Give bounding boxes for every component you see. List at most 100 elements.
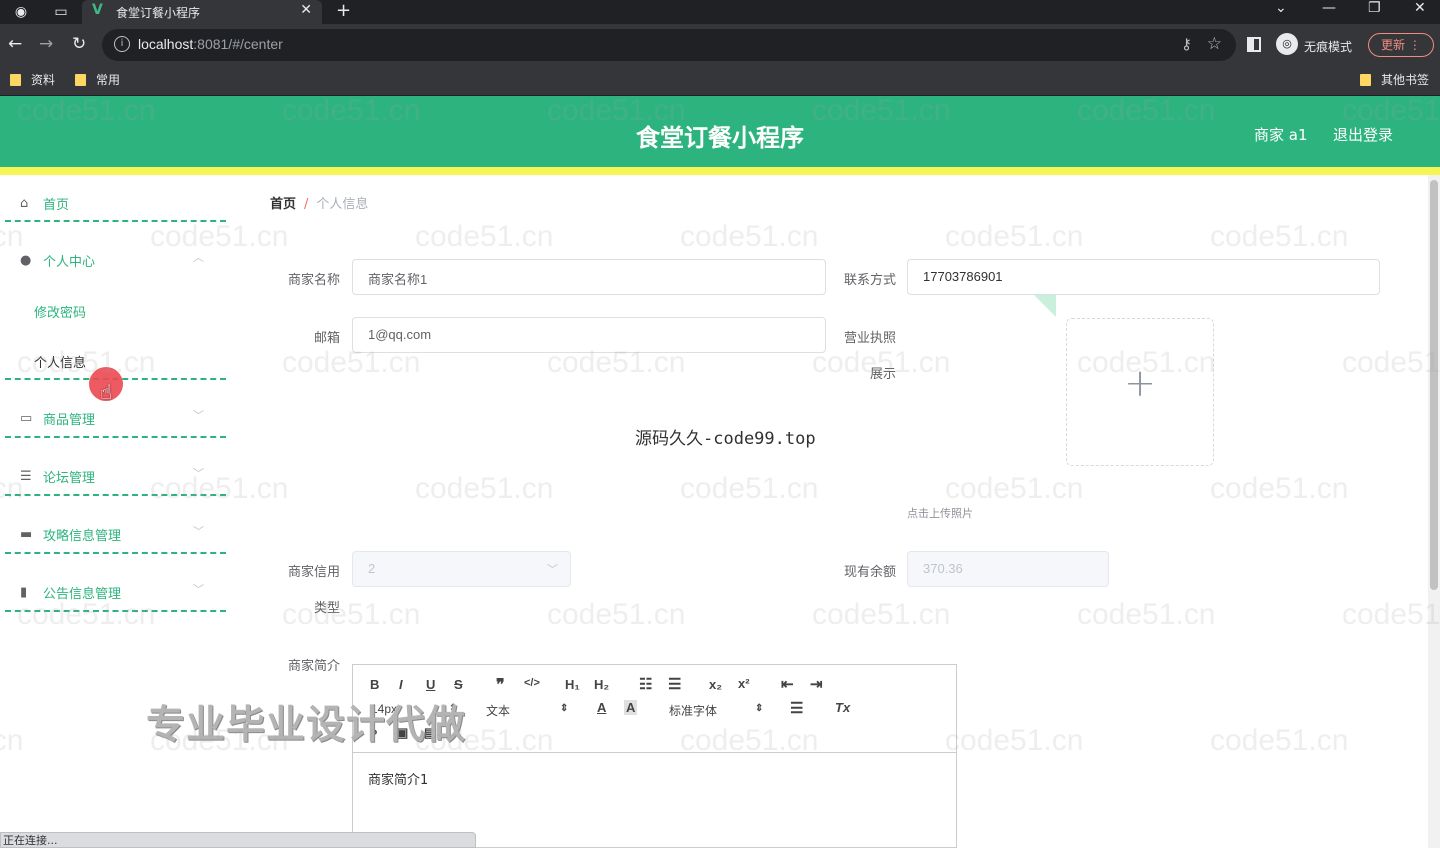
home-icon: ⌂ (20, 196, 29, 211)
merchant-name-input[interactable]: 商家名称1 (352, 259, 826, 295)
breadcrumb-current: 个人信息 (316, 197, 369, 212)
tab-search-icon[interactable]: ▭ (52, 3, 70, 21)
url-host: localhost (138, 36, 194, 52)
underline-icon[interactable]: U (426, 677, 435, 692)
font-color-icon[interactable]: A (597, 700, 606, 715)
decorative-corner (1034, 295, 1056, 317)
code-block-icon[interactable]: </> (524, 677, 540, 689)
side-panel-icon[interactable] (1247, 37, 1261, 52)
center-watermark: 源码久久-code99.top (635, 429, 816, 449)
scrollbar-thumb[interactable] (1430, 180, 1438, 590)
bullet-list-icon[interactable]: ☰ (668, 675, 681, 693)
editor-content[interactable]: 商家简介1 (368, 769, 428, 788)
forward-icon[interactable]: → (39, 34, 53, 54)
font-select[interactable]: 标准字体 (669, 702, 717, 719)
header-select[interactable]: 文本 (486, 702, 510, 719)
license-label-line2: 展示 (869, 367, 896, 382)
update-button[interactable]: 更新 ⋮ (1368, 33, 1434, 57)
sidebar-item-personal-center[interactable]: ● 个人中心 ︿ (0, 233, 226, 289)
address-bar[interactable]: i localhost:8081/#/center ⚷ ☆ (102, 29, 1236, 61)
credit-label: 商家信用 (287, 565, 340, 580)
chevron-updown-icon: ⇕ (755, 703, 764, 714)
new-tab-icon[interactable]: + (336, 0, 351, 21)
indent-icon[interactable]: ⇥ (810, 675, 823, 693)
password-key-icon[interactable]: ⚷ (1181, 35, 1192, 53)
bookmark-star-icon[interactable]: ☆ (1207, 34, 1222, 54)
h2-icon[interactable]: H₂ (594, 677, 609, 692)
align-icon[interactable]: ☰ (790, 699, 803, 717)
sidebar-subitem-change-password[interactable]: 修改密码 (0, 288, 226, 336)
close-window-icon[interactable]: ✕ (1414, 0, 1426, 16)
info-icon[interactable]: i (114, 36, 130, 52)
bold-icon[interactable]: B (370, 677, 379, 692)
sidebar-item-label: 商品管理 (43, 413, 96, 428)
bookmark-folder-other[interactable]: 其他书签 (1360, 71, 1429, 88)
page-scrollbar[interactable] (1428, 175, 1440, 848)
incognito-icon[interactable]: ◎ (1276, 33, 1298, 55)
sidebar-divider (5, 552, 226, 554)
balance-input[interactable]: 370.36 (907, 551, 1109, 587)
sidebar-item-strategy-mgmt[interactable]: ▬ 攻略信息管理 ﹀ (0, 507, 226, 563)
current-user-label: 商家 a1 (1254, 126, 1308, 144)
tab-title: 食堂订餐小程序 (116, 6, 201, 20)
license-label: 营业执照 (843, 331, 896, 346)
user-icon: ● (20, 253, 32, 268)
app-title: 食堂订餐小程序 (636, 124, 804, 152)
blockquote-icon[interactable]: ❞ (496, 675, 505, 695)
chevron-down-icon: ﹀ (193, 525, 204, 538)
bookmark-label: 常用 (96, 73, 121, 87)
hand-cursor-icon: ☝ (100, 380, 113, 404)
url-path: :8081/#/center (193, 36, 283, 52)
merchant-name-label: 商家名称 (287, 273, 340, 288)
header-accent-stripe (0, 167, 1440, 175)
strike-icon[interactable]: S (454, 677, 463, 692)
sidebar-item-label: 首页 (43, 198, 70, 213)
reload-icon[interactable]: ↻ (72, 34, 86, 54)
sidebar-item-notice-mgmt[interactable]: ▮ 公告信息管理 ﹀ (0, 565, 226, 621)
folder-icon (1360, 74, 1371, 86)
chevron-updown-icon: ⇕ (560, 703, 569, 714)
tab-close-icon[interactable]: ✕ (300, 2, 312, 18)
credit-select[interactable]: 2 (352, 551, 571, 587)
browser-tab[interactable]: V 食堂订餐小程序 ✕ (82, 0, 322, 24)
bookmark-label: 其他书签 (1381, 73, 1430, 87)
italic-icon[interactable]: I (399, 677, 403, 692)
tab-list-icon[interactable]: ⌄ (1275, 0, 1287, 16)
url-text[interactable]: localhost:8081/#/center (138, 36, 283, 52)
credit-label-line2: 类型 (313, 601, 340, 616)
chevron-down-icon: ﹀ (193, 409, 204, 422)
bookmark-folder-ziliao[interactable]: 资料 (10, 71, 55, 88)
contact-input[interactable]: 17703786901 (907, 259, 1380, 295)
minimize-icon[interactable]: — (1322, 0, 1336, 16)
globe-icon[interactable]: ◉ (12, 3, 30, 21)
logout-link[interactable]: 退出登录 (1333, 124, 1393, 145)
chat-icon: ▭ (20, 411, 33, 426)
list-icon: ☰ (20, 469, 32, 484)
license-uploader[interactable]: + (1066, 318, 1214, 466)
ordered-list-icon[interactable]: ☷ (639, 675, 652, 693)
promo-overlay-text: 专业毕业设计代做 (146, 703, 467, 748)
outdent-icon[interactable]: ⇤ (781, 675, 794, 693)
email-input[interactable]: 1@qq.com (352, 317, 826, 353)
superscript-icon[interactable]: x² (738, 676, 750, 691)
back-icon[interactable]: ← (8, 34, 22, 54)
contact-label: 联系方式 (843, 273, 896, 288)
bookmark-label: 资料 (31, 73, 56, 87)
breadcrumb-home[interactable]: 首页 (270, 197, 296, 212)
sidebar-subitem-label: 个人信息 (34, 356, 87, 371)
clear-format-icon[interactable]: Tx (835, 700, 850, 715)
restore-icon[interactable]: ❐ (1368, 0, 1381, 16)
bookmark-folder-changyong[interactable]: 常用 (75, 71, 120, 88)
h1-icon[interactable]: H₁ (565, 677, 580, 692)
sidebar-item-forum-mgmt[interactable]: ☰ 论坛管理 ﹀ (0, 449, 226, 505)
incognito-label: 无痕模式 (1304, 40, 1353, 54)
balance-label: 现有余额 (843, 565, 896, 580)
background-color-icon[interactable]: A (624, 700, 638, 715)
sidebar-item-label: 论坛管理 (43, 471, 96, 486)
sidebar-item-home[interactable]: ⌂ 首页 (0, 176, 226, 232)
sidebar-divider (5, 610, 226, 612)
folder-icon (75, 74, 86, 86)
subscript-icon[interactable]: x₂ (709, 677, 722, 692)
monitor-icon: ▬ (20, 527, 33, 542)
book-icon: ▮ (20, 585, 28, 600)
